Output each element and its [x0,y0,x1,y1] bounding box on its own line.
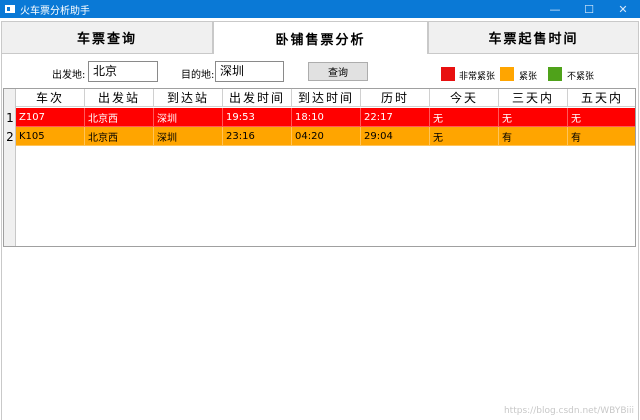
from-label: 出发地: [52,70,86,81]
legend-swatch-very-tight [441,67,455,81]
cell-depart-time[interactable]: 23:16 [223,127,292,146]
legend-label-tight: 紧张 [519,72,538,82]
col-header-from-station[interactable]: 出发站 [85,89,154,107]
legend-swatch-not-tight [548,67,562,81]
table-row[interactable]: K105 北京西 深圳 23:16 04:20 29:04 无 有 有 [16,127,635,146]
table-row[interactable]: Z107 北京西 深圳 19:53 18:10 22:17 无 无 无 [16,108,635,127]
table-header: 车次 出发站 到达站 出发时间 到达时间 历时 今天 三天内 五天内 [16,89,635,107]
col-header-five-days[interactable]: 五天内 [568,89,635,107]
cell-five-days[interactable]: 无 [568,108,635,127]
tab-ticket-query[interactable]: 车票查询 [1,21,213,54]
legend-label-not-tight: 不紧张 [567,72,595,82]
ticket-table: 车次 出发站 到达站 出发时间 到达时间 历时 今天 三天内 五天内 1 Z10… [3,88,636,247]
cell-duration[interactable]: 29:04 [361,127,430,146]
cell-today[interactable]: 无 [430,127,499,146]
cell-three-days[interactable]: 无 [499,108,568,127]
from-input[interactable]: 北京 [88,61,158,82]
cell-five-days[interactable]: 有 [568,127,635,146]
col-header-today[interactable]: 今天 [430,89,499,107]
cell-to-station[interactable]: 深圳 [154,108,223,127]
query-button[interactable]: 查询 [308,62,368,81]
cell-from-station[interactable]: 北京西 [85,108,154,127]
col-header-to-station[interactable]: 到达站 [154,89,223,107]
col-header-duration[interactable]: 历时 [361,89,430,107]
window-title: 火车票分析助手 [20,5,90,17]
cell-train[interactable]: K105 [16,127,85,146]
cell-three-days[interactable]: 有 [499,127,568,146]
legend-label-very-tight: 非常紧张 [459,72,496,82]
col-header-arrive-time[interactable]: 到达时间 [292,89,361,107]
cell-arrive-time[interactable]: 04:20 [292,127,361,146]
cell-arrive-time[interactable]: 18:10 [292,108,361,127]
app-icon [5,5,15,13]
col-header-three-days[interactable]: 三天内 [499,89,568,107]
to-input[interactable]: 深圳 [215,61,284,82]
cell-today[interactable]: 无 [430,108,499,127]
cell-from-station[interactable]: 北京西 [85,127,154,146]
tab-bar: 车票查询 卧铺售票分析 车票起售时间 [1,21,639,55]
title-bar: 火车票分析助手 — ☐ ✕ [0,0,640,18]
legend-swatch-tight [500,67,514,81]
cell-duration[interactable]: 22:17 [361,108,430,127]
cell-train[interactable]: Z107 [16,108,85,127]
tab-sale-start-time[interactable]: 车票起售时间 [428,21,639,54]
to-label: 目的地: [181,70,215,81]
minimize-button[interactable]: — [538,0,572,18]
maximize-button[interactable]: ☐ [572,0,606,18]
row-number[interactable]: 1 [4,108,16,127]
col-header-train[interactable]: 车次 [16,89,85,107]
watermark: https://blog.csdn.net/WBYBiii [503,406,634,416]
close-button[interactable]: ✕ [606,0,640,18]
row-number[interactable]: 2 [4,127,16,146]
tab-sleeper-analysis[interactable]: 卧铺售票分析 [213,21,428,55]
col-header-depart-time[interactable]: 出发时间 [223,89,292,107]
cell-depart-time[interactable]: 19:53 [223,108,292,127]
cell-to-station[interactable]: 深圳 [154,127,223,146]
